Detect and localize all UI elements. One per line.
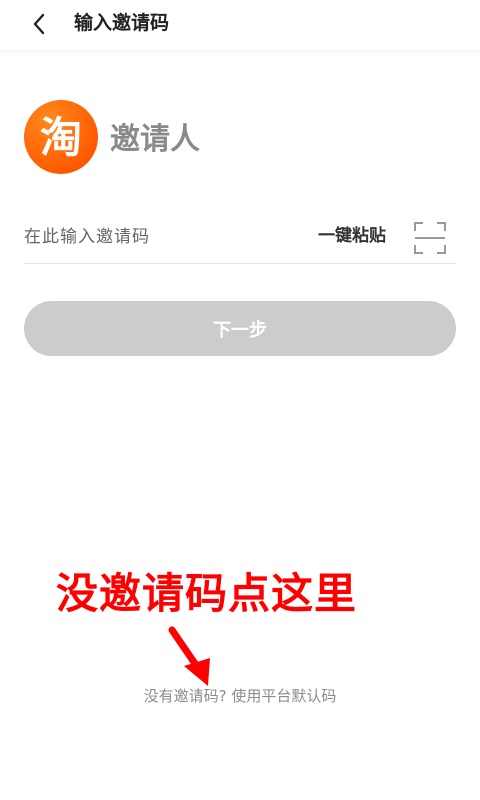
annotation-text: 没邀请码点这里	[56, 569, 358, 618]
invite-code-row: 一键粘贴	[24, 212, 456, 264]
scan-button[interactable]	[414, 222, 446, 254]
next-step-button[interactable]: 下一步	[24, 301, 456, 356]
invite-code-input[interactable]	[24, 220, 304, 254]
scan-frame-icon	[414, 222, 446, 254]
logo-glyph: 淘	[40, 113, 82, 162]
inviter-label: 邀请人	[110, 122, 200, 157]
use-default-code-link[interactable]: 没有邀请码? 使用平台默认码	[0, 686, 480, 706]
chevron-left-icon	[33, 13, 45, 35]
one-click-paste-button[interactable]: 一键粘贴	[318, 224, 386, 248]
taobao-logo: 淘	[24, 100, 98, 174]
red-arrow-icon	[168, 626, 210, 686]
back-button[interactable]	[24, 9, 54, 39]
invite-code-page: 输入邀请码 淘 邀请人 一键粘贴 下一步 没邀请码点这里 没有邀请码	[0, 0, 480, 800]
top-bar: 输入邀请码	[0, 0, 480, 50]
page-title: 输入邀请码	[74, 12, 170, 34]
